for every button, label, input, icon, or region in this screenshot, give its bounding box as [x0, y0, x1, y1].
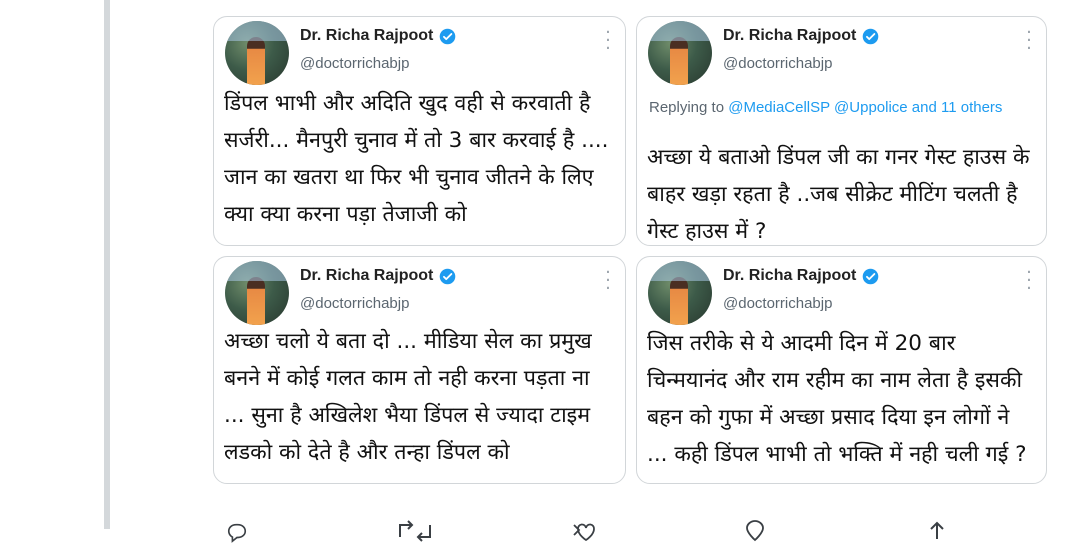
avatar[interactable]: [648, 21, 712, 85]
verified-badge-icon: [863, 268, 879, 284]
author-name[interactable]: Dr. Richa Rajpoot: [300, 27, 433, 45]
quoted-tweet-card[interactable]: Dr. Richa Rajpoot @doctorrichabjp · · · अच…: [213, 256, 626, 484]
upload-icon[interactable]: [926, 519, 948, 543]
reply-mentions-link[interactable]: @MediaCellSP @Uppolice: [728, 99, 907, 116]
quoted-tweet-card[interactable]: Dr. Richa Rajpoot @doctorrichabjp · · · डि…: [213, 16, 626, 246]
timeline-thread-line: [104, 0, 110, 529]
more-options-icon[interactable]: · · ·: [605, 24, 611, 58]
quoted-tweet-card[interactable]: Dr. Richa Rajpoot @doctorrichabjp · · · Re…: [636, 16, 1047, 246]
reply-others-link[interactable]: and 11 others: [908, 99, 1003, 116]
verified-badge-icon: [863, 28, 879, 44]
verified-badge-icon: [440, 28, 456, 44]
more-options-icon[interactable]: · · ·: [1026, 264, 1032, 298]
replying-to-label: Replying to: [649, 99, 729, 116]
author-name[interactable]: Dr. Richa Rajpoot: [300, 267, 433, 285]
like-icon[interactable]: [564, 520, 604, 544]
more-options-icon[interactable]: · · ·: [1026, 24, 1032, 58]
author-handle[interactable]: @doctorrichabjp: [300, 55, 409, 72]
author-row: Dr. Richa Rajpoot: [723, 267, 879, 285]
avatar[interactable]: [648, 261, 712, 325]
avatar[interactable]: [225, 261, 289, 325]
tweet-text: अच्छा ये बताओ डिंपल जी का गनर गेस्ट हाउस…: [647, 145, 1030, 244]
tweet-text: अच्छा चलो ये बता दो ... मीडिया सेल का प्…: [224, 329, 592, 465]
reply-icon[interactable]: [226, 521, 248, 543]
tweet-action-bar: [0, 515, 1080, 543]
author-row: Dr. Richa Rajpoot: [300, 267, 456, 285]
quoted-tweet-card[interactable]: Dr. Richa Rajpoot @doctorrichabjp · · · जि…: [636, 256, 1047, 484]
tweet-text: डिंपल भाभी और अदिति खुद वही से करवाती है…: [224, 91, 609, 227]
author-handle[interactable]: @doctorrichabjp: [300, 295, 409, 312]
author-row: Dr. Richa Rajpoot: [300, 27, 456, 45]
share-icon[interactable]: [740, 519, 770, 543]
author-handle[interactable]: @doctorrichabjp: [723, 55, 832, 72]
retweet-icon[interactable]: [396, 519, 434, 543]
verified-badge-icon: [440, 268, 456, 284]
avatar[interactable]: [225, 21, 289, 85]
replying-to-line: Replying to @MediaCellSP @Uppolice and 1…: [649, 97, 1004, 119]
more-options-icon[interactable]: · · ·: [605, 264, 611, 298]
author-row: Dr. Richa Rajpoot: [723, 27, 879, 45]
tweet-text: जिस तरीके से ये आदमी दिन में 20 बार चिन्…: [647, 331, 1027, 467]
author-name[interactable]: Dr. Richa Rajpoot: [723, 27, 856, 45]
author-handle[interactable]: @doctorrichabjp: [723, 295, 832, 312]
author-name[interactable]: Dr. Richa Rajpoot: [723, 267, 856, 285]
